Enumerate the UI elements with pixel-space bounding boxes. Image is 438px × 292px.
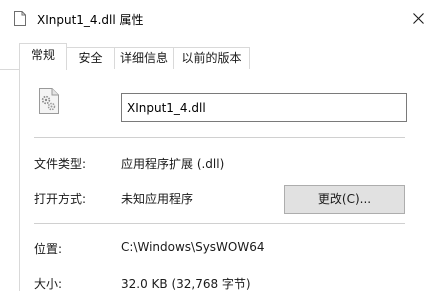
tab-general[interactable]: 常规 (19, 43, 67, 70)
dll-gear-file-icon (38, 88, 60, 114)
location-label: 位置: (34, 242, 63, 256)
open-with-label: 打开方式: (34, 192, 87, 206)
size-label: 大小: (34, 277, 63, 291)
tab-previous-versions[interactable]: 以前的版本 (173, 47, 250, 69)
title-bar: XInput1_4.dll 属性 (0, 0, 438, 36)
tab-security[interactable]: 安全 (66, 47, 115, 69)
close-icon (412, 12, 424, 24)
file-type-value: 应用程序扩展 (.dll) (121, 157, 225, 171)
size-value: 32.0 KB (32,768 字节) (121, 277, 251, 291)
window-title: XInput1_4.dll 属性 (37, 13, 144, 27)
document-page-icon (13, 11, 27, 26)
close-button[interactable] (398, 2, 438, 34)
file-type-label: 文件类型: (34, 157, 87, 171)
tab-strip: 常规 安全 详细信息 以前的版本 (0, 43, 438, 70)
divider (34, 137, 405, 138)
open-with-value: 未知应用程序 (121, 192, 194, 206)
divider (34, 223, 405, 224)
location-value: C:\Windows\SysWOW64 (121, 240, 265, 254)
change-button[interactable]: 更改(C)... (284, 185, 405, 214)
tab-details[interactable]: 详细信息 (114, 47, 174, 69)
file-name-field[interactable] (121, 93, 407, 122)
